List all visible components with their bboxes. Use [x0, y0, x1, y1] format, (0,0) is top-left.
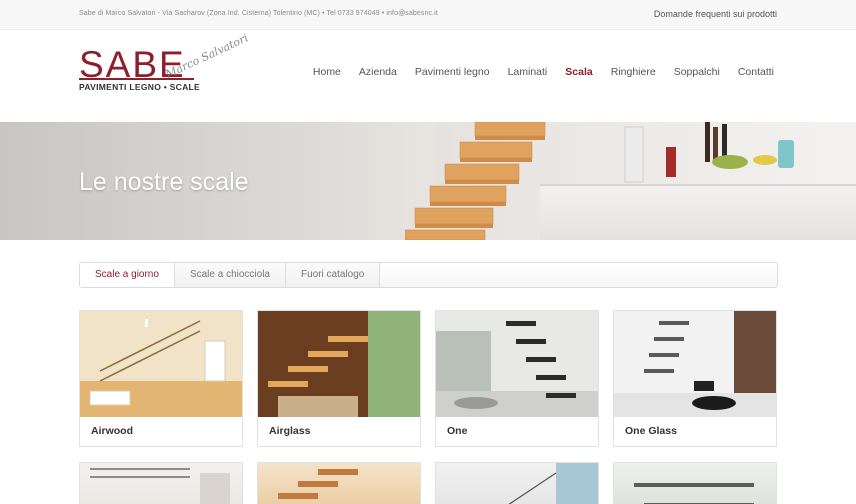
nav-soppalchi[interactable]: Soppalchi — [674, 66, 720, 78]
product-card[interactable] — [79, 462, 243, 504]
faq-link[interactable]: Domande frequenti sui prodotti — [654, 9, 777, 19]
product-card[interactable]: Airglass — [257, 310, 421, 447]
contact-info-text: Sabe di Marco Salvatori - Via Sacharov (… — [79, 10, 438, 17]
product-image — [278, 469, 358, 499]
site-logo[interactable]: SABE PAVIMENTI LEGNO • SCALE Marco Salva… — [79, 31, 259, 118]
logo-tagline: PAVIMENTI LEGNO • SCALE — [79, 82, 201, 92]
product-image — [634, 483, 754, 504]
nav-laminati[interactable]: Laminati — [508, 66, 548, 78]
product-card[interactable] — [257, 462, 421, 504]
hero-banner: Le nostre scale — [0, 122, 856, 240]
product-card[interactable]: One — [435, 310, 599, 447]
nav-ringhiere[interactable]: Ringhiere — [611, 66, 656, 78]
product-card[interactable] — [435, 462, 599, 504]
main-navigation: Home Azienda Pavimenti legno Laminati Sc… — [295, 66, 774, 78]
product-name: One — [447, 425, 468, 437]
product-name: Airglass — [269, 425, 311, 437]
product-image-one-glass — [614, 311, 776, 417]
hero-counter-image — [540, 184, 856, 240]
nav-home[interactable]: Home — [313, 66, 341, 78]
tab-scale-a-chiocciola[interactable]: Scale a chiocciola — [174, 263, 286, 287]
product-image — [508, 463, 598, 504]
product-name: One Glass — [625, 425, 677, 437]
logo-underline — [79, 78, 194, 80]
nav-azienda[interactable]: Azienda — [359, 66, 397, 78]
product-card[interactable]: One Glass — [613, 310, 777, 447]
product-image-one — [436, 311, 598, 417]
nav-pavimenti-legno[interactable]: Pavimenti legno — [415, 66, 490, 78]
product-image-airglass — [258, 311, 420, 417]
tab-fuori-catalogo[interactable]: Fuori catalogo — [285, 263, 381, 287]
site-header: SABE PAVIMENTI LEGNO • SCALE Marco Salva… — [0, 30, 856, 122]
hero-stairs-image — [405, 122, 546, 240]
stair-category-tabs: Scale a giorno Scale a chiocciola Fuori … — [79, 262, 778, 288]
nav-scala[interactable]: Scala — [565, 66, 592, 78]
product-image — [90, 468, 230, 504]
product-card[interactable] — [613, 462, 777, 504]
hero-title: Le nostre scale — [79, 168, 249, 196]
product-image-airwood — [80, 311, 242, 417]
product-card[interactable]: Airwood — [79, 310, 243, 447]
top-info-bar: Sabe di Marco Salvatori - Via Sacharov (… — [0, 0, 856, 30]
hero-kitchen-items-image — [624, 122, 794, 183]
nav-contatti[interactable]: Contatti — [738, 66, 774, 78]
tab-scale-a-giorno[interactable]: Scale a giorno — [80, 263, 175, 287]
product-name: Airwood — [91, 425, 133, 437]
